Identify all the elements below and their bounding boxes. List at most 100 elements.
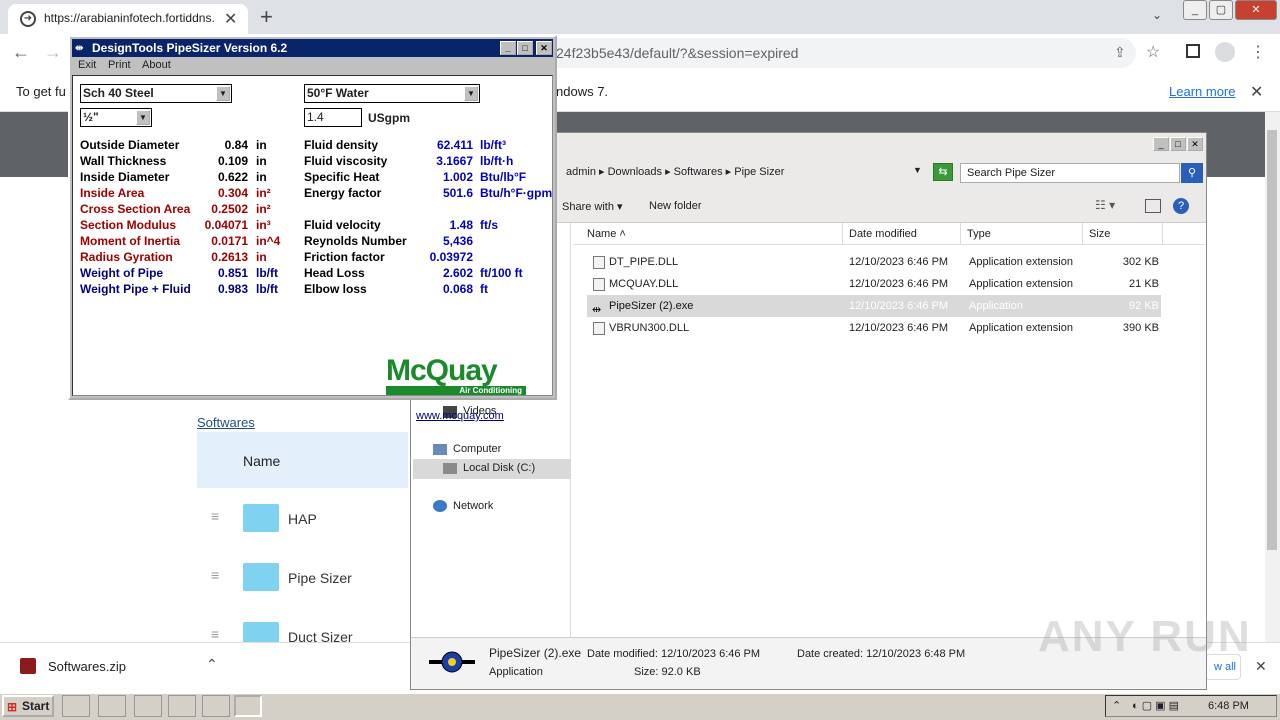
media-taskbar-icon[interactable] xyxy=(134,695,162,717)
chrome-taskbar-icon[interactable] xyxy=(168,695,196,717)
fluid-property-label: Energy factor xyxy=(304,186,382,200)
property-value: 0.04071 xyxy=(204,218,248,232)
logo-subtitle: Air Conditioning xyxy=(386,386,526,395)
tray-icons[interactable]: ◐ ▢ ▣ ▤ xyxy=(1132,699,1179,712)
edge-taskbar-icon[interactable] xyxy=(202,695,230,717)
drag-handle-icon[interactable]: ≡ xyxy=(211,508,219,524)
file-size: 302 KB xyxy=(1122,256,1159,268)
download-options-icon[interactable]: ⌃ xyxy=(206,656,218,673)
url-text: 24f23b5e43/default/?&session=expired xyxy=(556,45,799,61)
help-icon[interactable]: ? xyxy=(1173,198,1189,214)
pipesizer-close-button[interactable]: ✕ xyxy=(536,41,552,55)
drag-handle-icon[interactable]: ≡ xyxy=(211,626,219,642)
nav-local-disk[interactable]: Local Disk (C:) xyxy=(413,459,571,479)
browser-tab[interactable]: ➜ https://arabianinfotech.fortiddns.com … xyxy=(8,4,248,34)
download-filename[interactable]: Softwares.zip xyxy=(48,659,126,674)
watermark: ANY RUN xyxy=(1038,612,1252,661)
file-row[interactable]: VBRUN300.DLL 12/10/2023 6:46 PM Applicat… xyxy=(587,317,1161,339)
pipesizer-maximize-button[interactable]: □ xyxy=(517,41,533,55)
refresh-icon[interactable]: ⇆ xyxy=(933,163,953,181)
column-date[interactable]: Date modified xyxy=(843,223,961,245)
column-size[interactable]: Size xyxy=(1083,223,1163,245)
nav-network[interactable]: Network xyxy=(453,500,493,512)
file-name: VBRUN300.DLL xyxy=(609,322,690,334)
menu-print[interactable]: Print xyxy=(108,59,131,71)
sidepanel-icon[interactable] xyxy=(1186,44,1200,58)
file-name: PipeSizer (2).exe xyxy=(609,300,694,312)
pipesizer-body: Sch 40 Steel ▼ ½" ▼ 50°F Water ▼ 1.4 USgpm … xyxy=(72,75,553,422)
profile-avatar[interactable] xyxy=(1215,42,1235,62)
breadcrumb[interactable]: Softwares xyxy=(197,415,255,430)
list-item[interactable]: ≡ Pipe Sizer xyxy=(197,549,407,605)
fluid-property-value: 62.411 xyxy=(436,138,473,152)
minimize-button[interactable]: _ xyxy=(1183,0,1207,20)
explorer-maximize-button[interactable]: □ xyxy=(1170,137,1186,151)
download-bar-close-icon[interactable]: ✕ xyxy=(1255,658,1267,675)
crumb-admin[interactable]: admin xyxy=(566,166,596,178)
file-name: MCQUAY.DLL xyxy=(609,278,679,290)
fluid-property-unit: Btu/lb°F xyxy=(480,170,527,184)
share-with-button[interactable]: Share with ▾ xyxy=(562,200,623,213)
preview-pane-icon[interactable] xyxy=(1145,199,1161,213)
explorer-close-button[interactable]: ✕ xyxy=(1187,137,1203,151)
file-row[interactable]: DT_PIPE.DLL 12/10/2023 6:46 PM Applicati… xyxy=(587,251,1161,273)
pipesizer-taskbar-icon[interactable] xyxy=(234,695,262,717)
tab-search-icon[interactable]: ⌄ xyxy=(1152,8,1162,22)
pipe-type-select[interactable]: Sch 40 Steel ▼ xyxy=(80,84,232,103)
file-row[interactable]: MCQUAY.DLL 12/10/2023 6:46 PM Applicatio… xyxy=(587,273,1161,295)
view-options-icon[interactable]: ☷ ▾ xyxy=(1095,198,1115,212)
details-size: Size: 92.0 KB xyxy=(634,666,701,678)
crumb-pipe-sizer[interactable]: Pipe Sizer xyxy=(734,166,784,178)
fluid-select[interactable]: 50°F Water ▼ xyxy=(304,84,480,103)
search-input[interactable]: Search Pipe Sizer xyxy=(960,163,1180,183)
nav-computer[interactable]: Computer xyxy=(453,443,501,455)
address-dropdown-icon[interactable]: ▼ xyxy=(913,165,922,175)
chevron-down-icon: ▼ xyxy=(464,86,478,101)
menu-kebab-icon[interactable]: ⋮ xyxy=(1250,42,1266,62)
tray-arrow-icon[interactable]: ⌃ xyxy=(1112,699,1121,712)
back-icon[interactable]: ← xyxy=(12,42,30,63)
pipesizer-window: ⇹ DesignTools PipeSizer Version 6.2 _ □ … xyxy=(68,35,557,422)
explorer-breadcrumb[interactable]: admin ▸ Downloads ▸ Softwares ▸ Pipe Siz… xyxy=(566,165,784,178)
tab-close-icon[interactable]: ✕ xyxy=(224,9,237,29)
menu-exit[interactable]: Exit xyxy=(78,59,96,71)
close-button[interactable]: ✕ xyxy=(1235,0,1277,20)
drag-handle-icon[interactable]: ≡ xyxy=(211,567,219,583)
explorer-taskbar-icon[interactable] xyxy=(98,695,126,717)
menu-about[interactable]: About xyxy=(142,59,171,71)
ie-taskbar-icon[interactable] xyxy=(62,695,90,717)
bookmark-star-icon[interactable]: ☆ xyxy=(1146,42,1160,62)
share-icon[interactable]: ⇪ xyxy=(1114,44,1126,61)
crumb-downloads[interactable]: Downloads xyxy=(608,166,662,178)
start-button[interactable]: ⊞ Start xyxy=(2,695,54,717)
details-type: Application xyxy=(489,666,543,678)
file-row-selected[interactable]: ⇹ PipeSizer (2).exe 12/10/2023 6:46 PM A… xyxy=(587,295,1161,317)
search-icon[interactable]: ⚲ xyxy=(1181,163,1203,183)
new-folder-button[interactable]: New folder xyxy=(649,200,702,212)
forward-icon[interactable]: → xyxy=(44,42,62,63)
learn-more-link[interactable]: Learn more xyxy=(1169,84,1235,99)
property-value: 0.983 xyxy=(217,282,248,296)
new-tab-button[interactable]: + xyxy=(260,4,273,30)
crumb-softwares[interactable]: Softwares xyxy=(674,166,723,178)
explorer-minimize-button[interactable]: _ xyxy=(1153,137,1169,151)
flow-input[interactable]: 1.4 xyxy=(304,108,362,127)
column-type[interactable]: Type xyxy=(961,223,1083,245)
column-name[interactable]: Name ˄ xyxy=(581,223,843,245)
pipesizer-minimize-button[interactable]: _ xyxy=(500,41,516,55)
fluid-property-unit: ft/100 ft xyxy=(480,266,523,280)
share-with-label: Share with xyxy=(562,201,614,213)
pipe-size-value: ½" xyxy=(83,110,99,124)
property-label: Wall Thickness xyxy=(80,154,167,168)
maximize-button[interactable]: ▢ xyxy=(1209,0,1233,20)
mcquay-link[interactable]: www.mcquay.com xyxy=(416,410,504,422)
list-item[interactable]: ≡ Duct Sizer xyxy=(197,608,407,642)
property-value: 0.109 xyxy=(217,154,248,168)
info-close-icon[interactable]: ✕ xyxy=(1250,82,1263,102)
fluid-property-value: 1.48 xyxy=(449,218,473,232)
list-item[interactable]: ≡ HAP xyxy=(197,490,407,546)
pipe-size-select[interactable]: ½" ▼ xyxy=(80,108,152,127)
name-column-header[interactable]: Name xyxy=(197,432,408,488)
chevron-down-icon: ▼ xyxy=(216,86,230,101)
page-scroll-thumb[interactable] xyxy=(1267,130,1277,550)
